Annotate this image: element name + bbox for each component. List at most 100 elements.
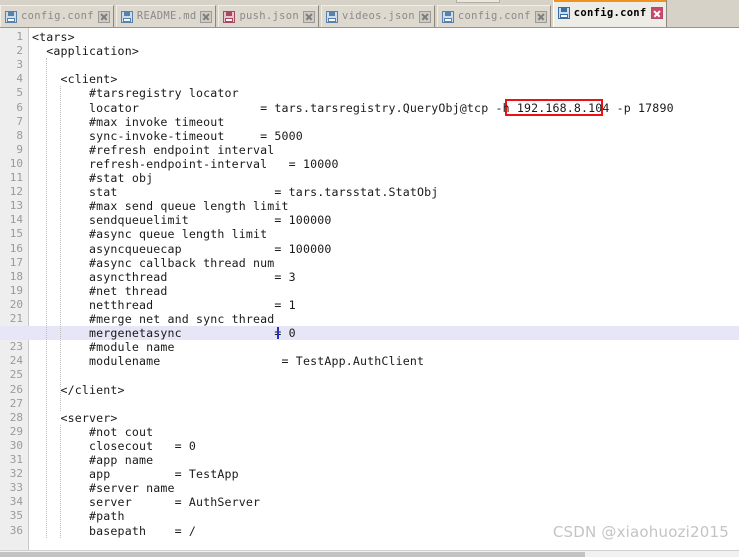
code-line: stat = tars.tarsstat.StatObj: [32, 185, 439, 200]
line-number: 18: [9, 269, 23, 283]
close-icon[interactable]: [303, 10, 316, 23]
code-line: #path: [32, 509, 125, 524]
line-number: 5: [16, 86, 23, 100]
code-line: #merge net and sync thread: [32, 312, 275, 326]
current-line-gutter-highlight: [0, 326, 30, 341]
tab-overflow-indicator: [456, 0, 500, 3]
tab-config-conf-0[interactable]: config.conf: [0, 5, 114, 27]
code-line: #stat obj: [32, 171, 154, 185]
line-number: 3: [16, 58, 23, 72]
code-line: <client>: [32, 72, 118, 87]
save-icon: [326, 10, 339, 23]
line-number: 7: [16, 114, 23, 128]
tab-config-conf-4[interactable]: config.conf: [436, 5, 551, 27]
code-line: sendqueuelimit = 100000: [32, 213, 332, 228]
line-number: 1: [16, 30, 23, 43]
line-number: 6: [16, 100, 23, 114]
horizontal-scrollbar-thumb[interactable]: [0, 552, 585, 557]
code-area[interactable]: <tars> <application> <client> #tarsregis…: [30, 28, 739, 550]
tab-label: config.conf: [573, 6, 647, 19]
code-line: #app name: [32, 453, 154, 467]
code-line: asyncqueuecap = 100000: [32, 241, 332, 256]
line-number: 23: [9, 340, 23, 354]
line-number: 24: [9, 354, 23, 368]
code-line: #tarsregistry locator: [32, 86, 239, 101]
line-number: 11: [9, 171, 23, 184]
close-icon[interactable]: [418, 10, 431, 23]
line-number: 25: [9, 368, 23, 382]
code-line: #net thread: [32, 283, 168, 298]
close-icon[interactable]: [650, 7, 663, 19]
line-number: 4: [16, 72, 23, 86]
code-line: closecout = 0: [32, 438, 196, 453]
tab-videos-json-3[interactable]: videos.json: [321, 5, 435, 27]
code-line: <application>: [32, 44, 139, 59]
code-line: #async queue length limit: [32, 227, 268, 242]
code-line: #max invoke timeout: [32, 114, 225, 129]
line-number: 27: [9, 396, 23, 410]
text-caret: [277, 327, 279, 340]
line-number: 2: [16, 44, 23, 58]
horizontal-scrollbar[interactable]: [0, 550, 739, 557]
code-line: #refresh endpoint interval: [32, 142, 275, 157]
line-number: 20: [9, 297, 23, 311]
line-number: 35: [9, 509, 23, 523]
tab-label: push.json: [239, 10, 300, 23]
line-number: 19: [9, 283, 23, 297]
save-icon: [441, 10, 454, 23]
line-number: 10: [9, 156, 23, 170]
indent-guide: [46, 58, 47, 538]
tab-readme-md-1[interactable]: README.md: [115, 5, 217, 27]
line-number: 13: [9, 199, 23, 213]
code-line: locator = tars.tarsregistry.QueryObj@tcp…: [32, 100, 674, 115]
line-number-gutter: 1234567891011121314151617181920212223242…: [0, 28, 29, 550]
close-icon[interactable]: [534, 10, 547, 23]
tab-bar: config.conf README.md push.json videos.json…: [0, 0, 739, 28]
save-icon: [5, 10, 17, 23]
tab-label: README.md: [136, 10, 197, 23]
editor-window: config.conf README.md push.json videos.json…: [0, 0, 739, 557]
line-number: 12: [9, 185, 23, 199]
tab-label: videos.json: [342, 10, 415, 23]
tab-push-json-2[interactable]: push.json: [218, 5, 320, 27]
line-number: 9: [16, 142, 23, 156]
code-line: <server>: [32, 410, 118, 425]
line-number: 28: [9, 410, 23, 424]
tab-separator: [667, 5, 669, 27]
code-line: #module name: [32, 340, 175, 355]
code-line: #async callback thread num: [32, 255, 275, 270]
code-line: #max send queue length limit: [32, 199, 289, 214]
code-line: sync-invoke-timeout = 5000: [32, 128, 303, 143]
line-number: 32: [9, 467, 23, 481]
save-icon-dirty: [223, 10, 236, 23]
tab-config-conf-5[interactable]: config.conf: [552, 0, 667, 27]
indent-guide: [60, 424, 61, 538]
indent-guide: [60, 86, 61, 411]
close-icon[interactable]: [200, 10, 213, 23]
code-line: modulename = TestApp.AuthClient: [32, 354, 425, 369]
line-number: 21: [9, 312, 23, 325]
line-number: 30: [9, 438, 23, 452]
close-icon[interactable]: [97, 10, 110, 23]
code-editor[interactable]: 1234567891011121314151617181920212223242…: [0, 28, 739, 550]
line-number: 15: [9, 227, 23, 241]
line-number: 31: [9, 453, 23, 466]
code-line: netthread = 1: [32, 297, 296, 312]
line-number: 33: [9, 481, 23, 495]
line-number: 14: [9, 213, 23, 227]
code-line: #not cout: [32, 424, 154, 439]
save-icon: [557, 7, 570, 19]
code-line: <tars>: [32, 30, 75, 44]
line-number: 26: [9, 382, 23, 396]
code-line: asyncthread = 3: [32, 269, 296, 284]
line-number: 8: [16, 128, 23, 142]
code-line: #server name: [32, 481, 175, 496]
line-number: 29: [9, 424, 23, 438]
code-line: refresh-endpoint-interval = 10000: [32, 156, 339, 171]
line-number: 16: [9, 241, 23, 255]
line-number: 34: [9, 495, 23, 509]
code-line: server = AuthServer: [32, 495, 261, 510]
